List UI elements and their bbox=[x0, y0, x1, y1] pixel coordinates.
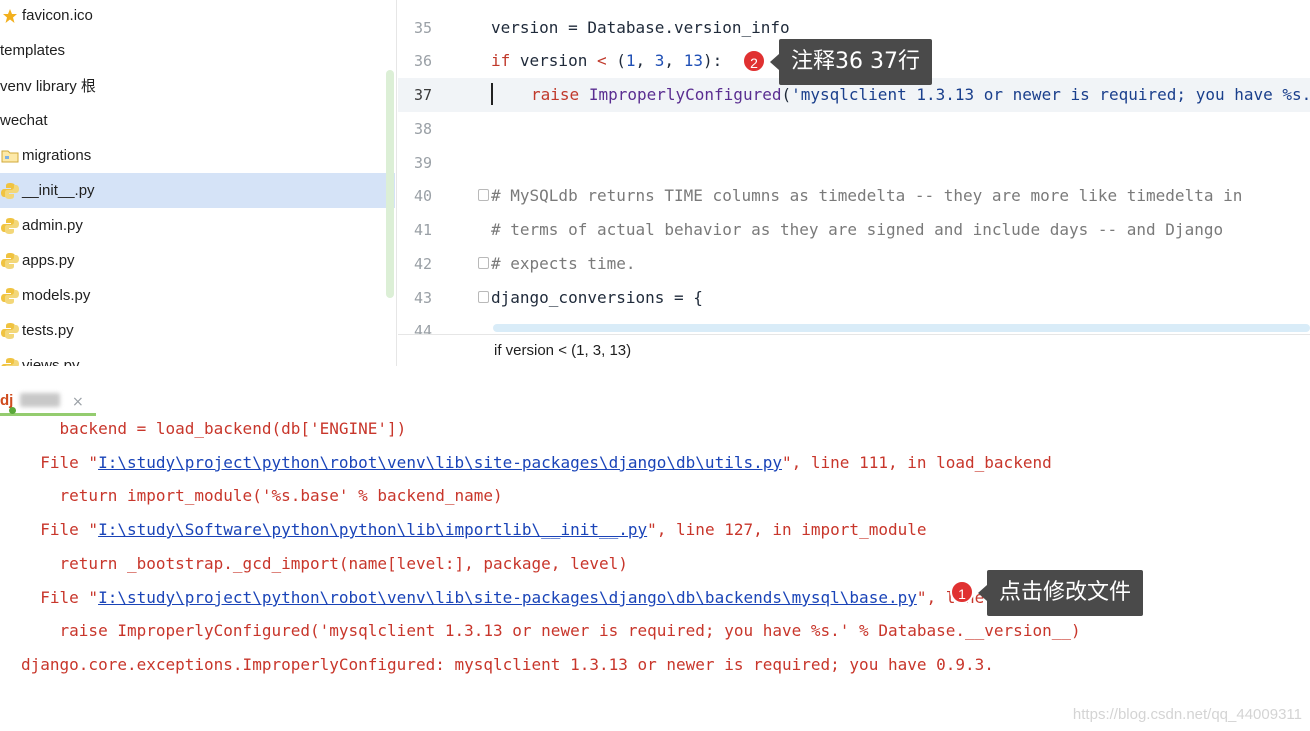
line-number: 39 bbox=[413, 154, 432, 172]
class-name: ImproperlyConfigured bbox=[588, 85, 782, 104]
tree-item-views-py[interactable]: views.py bbox=[0, 348, 395, 366]
code-line[interactable]: 41 # terms of actual behavior as they ar… bbox=[398, 213, 1310, 247]
folder-icon bbox=[0, 147, 20, 165]
keyword: if bbox=[491, 51, 511, 70]
star-icon bbox=[0, 7, 20, 25]
code-text: if version < (1, 3, 13): bbox=[491, 51, 722, 70]
tree-item-label: favicon.ico bbox=[22, 7, 93, 24]
step-badge-2: 2 bbox=[742, 49, 766, 73]
python-file-icon bbox=[0, 322, 20, 340]
tree-item-label: __init__.py bbox=[22, 182, 95, 199]
output-line: File "I:\study\Software\python\python\li… bbox=[21, 520, 927, 539]
line-number: 43 bbox=[413, 289, 432, 307]
output-text: File " bbox=[21, 453, 99, 472]
number-literal: 13 bbox=[683, 51, 703, 70]
output-text: File " bbox=[21, 588, 99, 607]
run-tab-label-blurred bbox=[20, 393, 60, 407]
tree-item-models-py[interactable]: models.py bbox=[0, 278, 395, 313]
output-text: ", line 127, in import_module bbox=[647, 520, 927, 539]
code-line[interactable]: 39 bbox=[398, 146, 1310, 180]
code-line[interactable]: 43 django_conversions = { bbox=[398, 281, 1310, 315]
output-line: raise ImproperlyConfigured('mysqlclient … bbox=[21, 621, 1081, 640]
editor-horizontal-scrollbar[interactable] bbox=[493, 324, 1310, 332]
tree-item-label: wechat bbox=[0, 112, 48, 129]
watermark: https://blog.csdn.net/qq_44009311 bbox=[1072, 706, 1302, 723]
close-icon[interactable]: × bbox=[72, 394, 84, 410]
tree-item-label: views.py bbox=[22, 357, 80, 366]
output-text: ", line 111, in load_backend bbox=[782, 453, 1052, 472]
code-token: ): bbox=[702, 51, 723, 70]
tree-item-label: admin.py bbox=[22, 217, 83, 234]
output-line: django.core.exceptions.ImproperlyConfigu… bbox=[21, 655, 994, 674]
callout-comment-lines: 注释36 37行 bbox=[770, 39, 932, 85]
code-text: raise ImproperlyConfigured('mysqlclient … bbox=[531, 85, 1310, 104]
python-file-icon bbox=[0, 217, 20, 235]
number-literal: 1 bbox=[625, 51, 636, 70]
line-number: 42 bbox=[413, 255, 432, 273]
code-comment: # MySQLdb returns TIME columns as timede… bbox=[491, 186, 1243, 205]
number-literal: 3 bbox=[654, 51, 665, 70]
tree-item-favicon[interactable]: favicon.ico bbox=[0, 0, 395, 33]
run-panel: dj × backend = load_backend(db['ENGINE']… bbox=[0, 366, 1310, 731]
fold-marker-icon[interactable] bbox=[478, 189, 489, 201]
tree-item-tests-py[interactable]: tests.py bbox=[0, 313, 395, 348]
code-line[interactable]: 40 # MySQLdb returns TIME columns as tim… bbox=[398, 179, 1310, 213]
code-text: django_conversions = { bbox=[491, 288, 703, 307]
string-literal: 'mysqlclient 1.3.13 or newer is required… bbox=[791, 85, 1310, 104]
code-line[interactable]: 42 # expects time. bbox=[398, 247, 1310, 281]
tree-item-label: apps.py bbox=[22, 252, 75, 269]
tree-item-apps-py[interactable]: apps.py bbox=[0, 243, 395, 278]
run-tab[interactable]: dj × bbox=[0, 376, 96, 416]
running-indicator-icon bbox=[9, 407, 16, 414]
output-text: File " bbox=[21, 520, 99, 539]
tree-item-venv[interactable]: venv library 根 bbox=[0, 68, 395, 103]
project-tree: favicon.ico templates venv library 根 wec… bbox=[0, 0, 397, 366]
line-number: 35 bbox=[413, 19, 432, 37]
tree-item-label: venv library 根 bbox=[0, 78, 96, 95]
code-token: ( bbox=[606, 51, 626, 70]
output-line: backend = load_backend(db['ENGINE']) bbox=[21, 419, 407, 438]
tree-item-label: templates bbox=[0, 42, 66, 59]
breadcrumb[interactable]: if version < (1, 3, 13) bbox=[494, 342, 631, 359]
tree-item-templates[interactable]: templates bbox=[0, 33, 395, 68]
code-token: , bbox=[635, 51, 655, 70]
tree-item-migrations[interactable]: migrations bbox=[0, 138, 395, 173]
output-line: return import_module('%s.base' % backend… bbox=[21, 486, 503, 505]
python-file-icon bbox=[0, 252, 20, 270]
code-comment: # terms of actual behavior as they are s… bbox=[491, 220, 1224, 239]
line-number: 38 bbox=[413, 120, 432, 138]
fold-marker-icon[interactable] bbox=[478, 257, 489, 269]
tree-item-init-py[interactable]: __init__.py bbox=[0, 173, 395, 208]
python-file-icon bbox=[0, 287, 20, 305]
text-caret bbox=[491, 83, 493, 105]
operator: < bbox=[596, 51, 607, 70]
code-token: version bbox=[510, 51, 597, 70]
tree-item-wechat[interactable]: wechat bbox=[0, 103, 395, 138]
file-link[interactable]: I:\study\project\python\robot\venv\lib\s… bbox=[98, 588, 917, 607]
output-line: File "I:\study\project\python\robot\venv… bbox=[21, 453, 1052, 472]
tree-item-label: migrations bbox=[22, 147, 92, 164]
line-number: 36 bbox=[413, 52, 432, 70]
step-badge-1: 1 bbox=[950, 580, 974, 604]
callout-click-file: 点击修改文件 bbox=[977, 570, 1144, 616]
keyword: raise bbox=[531, 85, 580, 104]
file-link[interactable]: I:\study\Software\python\python\lib\impo… bbox=[98, 520, 647, 539]
tree-scrollbar[interactable] bbox=[386, 70, 394, 298]
python-file-icon bbox=[0, 182, 20, 200]
tree-item-label: models.py bbox=[22, 287, 91, 304]
line-number: 41 bbox=[413, 221, 432, 239]
file-link[interactable]: I:\study\project\python\robot\venv\lib\s… bbox=[98, 453, 782, 472]
code-token: ( bbox=[781, 85, 792, 104]
line-number: 37 bbox=[413, 86, 432, 104]
tree-item-label: tests.py bbox=[22, 322, 74, 339]
tree-item-admin-py[interactable]: admin.py bbox=[0, 208, 395, 243]
python-file-icon bbox=[0, 357, 20, 366]
output-line: return _bootstrap._gcd_import(name[level… bbox=[21, 554, 628, 573]
code-token: , bbox=[664, 51, 684, 70]
code-line[interactable]: 38 bbox=[398, 112, 1310, 146]
line-number: 40 bbox=[413, 187, 432, 205]
fold-marker-icon[interactable] bbox=[478, 291, 489, 303]
code-comment: # expects time. bbox=[491, 254, 636, 273]
code-text: version = Database.version_info bbox=[491, 18, 790, 37]
